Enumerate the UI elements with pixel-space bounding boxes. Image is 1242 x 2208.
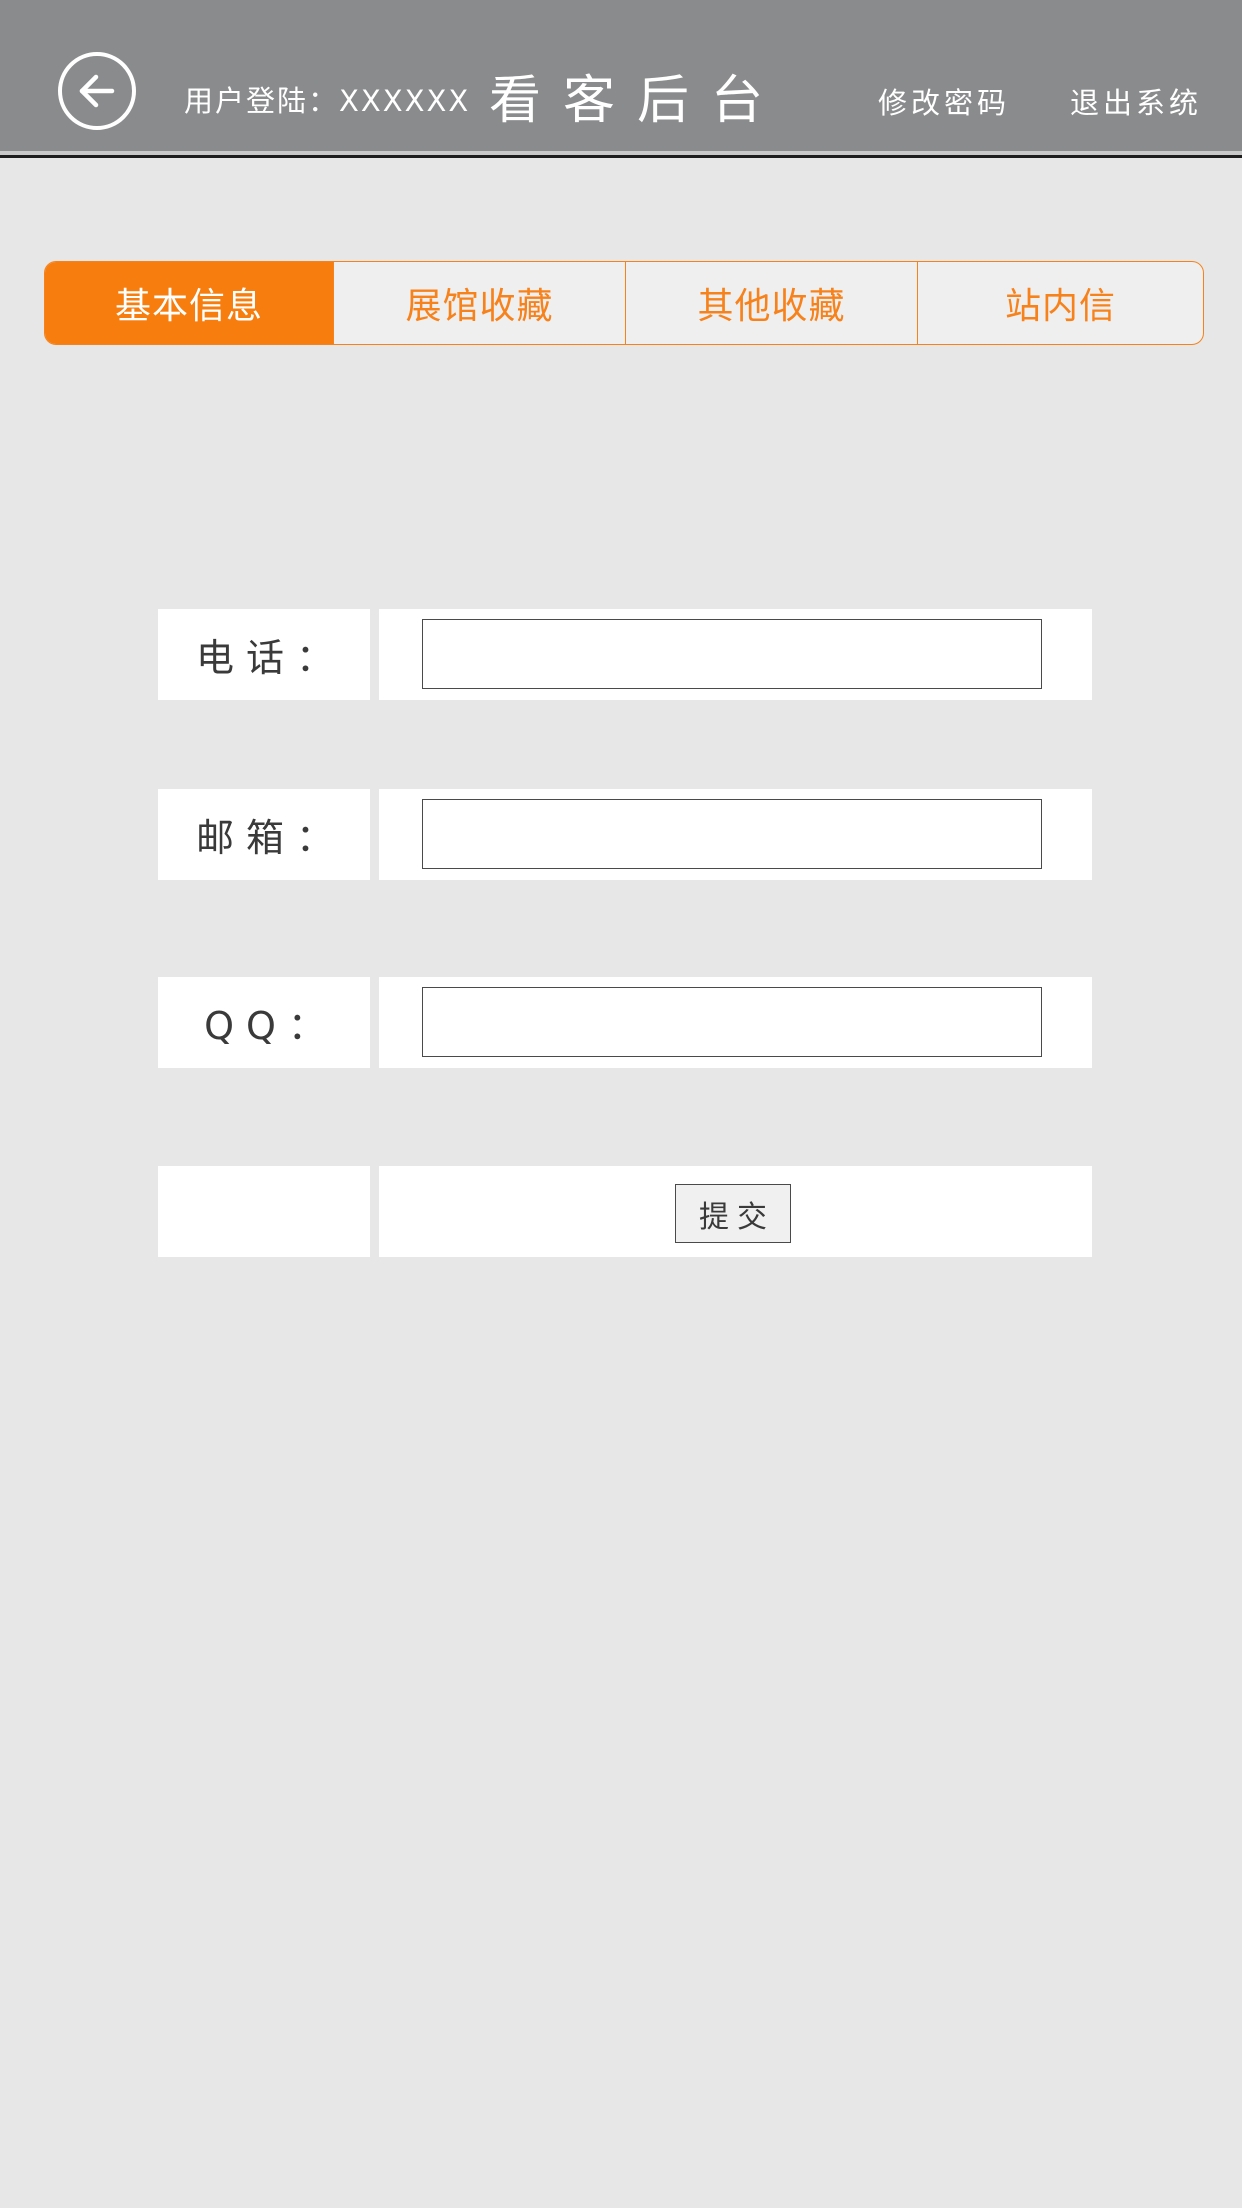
submit-label-cell [158, 1166, 370, 1257]
email-input[interactable] [422, 799, 1042, 869]
submit-row: 提交 [158, 1166, 1092, 1257]
tab-bar: 基本信息 展馆收藏 其他收藏 站内信 [44, 261, 1204, 345]
submit-button[interactable]: 提交 [675, 1184, 791, 1243]
qq-input[interactable] [422, 987, 1042, 1057]
tab-site-messages[interactable]: 站内信 [917, 262, 1203, 344]
top-header: 用户登陆：XXXXXX 看客后台 修改密码 退出系统 [0, 0, 1242, 158]
phone-row: 电话： [158, 609, 1092, 700]
email-label: 邮箱： [158, 789, 370, 880]
phone-field-cell [379, 609, 1092, 700]
tab-other-favorites[interactable]: 其他收藏 [625, 262, 917, 344]
tab-hall-favorites[interactable]: 展馆收藏 [333, 262, 625, 344]
email-field-cell [379, 789, 1092, 880]
phone-label: 电话： [158, 609, 370, 700]
back-button[interactable] [58, 52, 136, 130]
arrow-left-icon [79, 74, 115, 108]
phone-input[interactable] [422, 619, 1042, 689]
logout-link[interactable]: 退出系统 [1070, 80, 1202, 122]
email-row: 邮箱： [158, 789, 1092, 880]
page-title: 看客后台 [489, 71, 786, 131]
change-password-link[interactable]: 修改密码 [878, 80, 1010, 122]
qq-field-cell [379, 977, 1092, 1068]
tab-basic-info[interactable]: 基本信息 [45, 262, 333, 344]
submit-field-cell: 提交 [379, 1166, 1092, 1257]
qq-label: QQ： [158, 977, 370, 1068]
qq-row: QQ： [158, 977, 1092, 1068]
user-login-label: 用户登陆：XXXXXX [184, 84, 471, 118]
